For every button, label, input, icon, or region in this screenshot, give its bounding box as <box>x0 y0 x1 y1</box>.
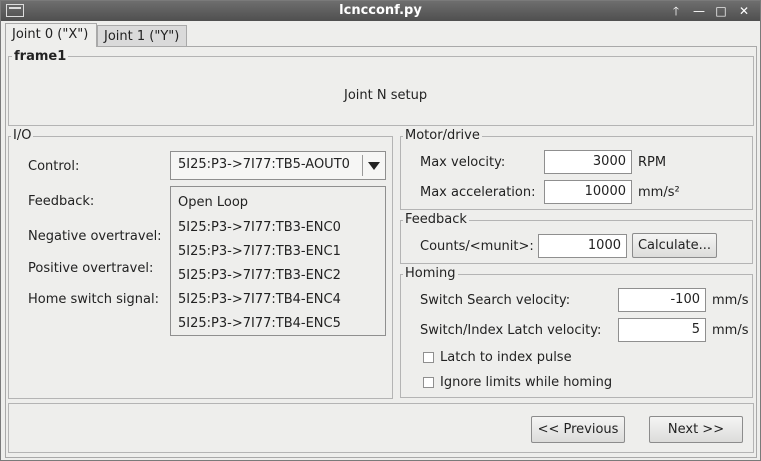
minimize-icon[interactable]: — <box>689 3 709 19</box>
max-velocity-label: Max velocity: <box>420 155 506 170</box>
motor-drive-label: Motor/drive <box>403 128 482 143</box>
negative-overtravel-label: Negative overtravel: <box>28 229 162 244</box>
control-combo[interactable]: 5I25:P3->7I77:TB5-AOUT0 <box>170 151 386 180</box>
homing-frame: Homing Switch Search velocity: -100 mm/s… <box>400 266 753 398</box>
motor-drive-frame: Motor/drive Max velocity: 3000 RPM Max a… <box>400 128 753 210</box>
window-title: lcncconf.py <box>339 3 422 18</box>
latch-velocity-label: Switch/Index Latch velocity: <box>420 323 602 338</box>
control-combo-value: 5I25:P3->7I77:TB5-AOUT0 <box>178 157 350 172</box>
frame1-label: frame1 <box>12 49 69 64</box>
joint-setup-text: Joint N setup <box>344 88 428 103</box>
dropdown-option[interactable]: 5I25:P3->7I77:TB4-ENC4 <box>178 292 341 307</box>
latch-index-checkbox[interactable] <box>423 352 434 363</box>
title-bar[interactable]: lcncconf.py 🡑 — □ ✕ <box>1 1 760 21</box>
ignore-limits-checkbox[interactable] <box>423 377 434 388</box>
max-velocity-input[interactable]: 3000 <box>544 150 632 174</box>
app-window: lcncconf.py 🡑 — □ ✕ Joint 0 ("X") Joint … <box>0 0 761 461</box>
close-icon[interactable]: ✕ <box>734 3 754 19</box>
combo-separator <box>362 155 363 176</box>
tab-joint-0[interactable]: Joint 0 ("X") <box>5 23 97 47</box>
latch-index-label[interactable]: Latch to index pulse <box>440 350 572 365</box>
switch-search-velocity-unit: mm/s <box>712 293 749 308</box>
frame1: frame1 Joint N setup <box>8 49 754 126</box>
previous-button[interactable]: << Previous <box>531 416 625 443</box>
home-switch-label: Home switch signal: <box>28 292 159 307</box>
control-label: Control: <box>28 159 80 174</box>
switch-search-velocity-input[interactable]: -100 <box>618 288 706 312</box>
nav-bar <box>8 403 754 453</box>
dropdown-option[interactable]: 5I25:P3->7I77:TB3-ENC1 <box>178 244 341 259</box>
dropdown-option[interactable]: Open Loop <box>178 195 248 210</box>
latch-velocity-unit: mm/s <box>712 323 749 338</box>
max-acceleration-label: Max acceleration: <box>420 185 536 200</box>
maximize-icon[interactable]: □ <box>711 3 731 19</box>
latch-velocity-input[interactable]: 5 <box>618 318 706 342</box>
max-acceleration-input[interactable]: 10000 <box>544 180 632 204</box>
homing-frame-label: Homing <box>403 266 458 281</box>
next-button[interactable]: Next >> <box>649 416 743 443</box>
chevron-down-icon[interactable] <box>368 162 380 170</box>
dropdown-option[interactable]: 5I25:P3->7I77:TB3-ENC0 <box>178 220 341 235</box>
max-acceleration-unit: mm/s² <box>638 185 680 200</box>
shade-up-icon[interactable]: 🡑 <box>666 3 686 19</box>
counts-input[interactable]: 1000 <box>538 234 627 258</box>
counts-label: Counts/<munit>: <box>420 239 534 254</box>
dropdown-option[interactable]: 5I25:P3->7I77:TB3-ENC2 <box>178 268 341 283</box>
ignore-limits-label[interactable]: Ignore limits while homing <box>440 375 612 390</box>
feedback-frame-label: Feedback <box>403 212 469 227</box>
tab-joint-1[interactable]: Joint 1 ("Y") <box>97 25 187 47</box>
calculate-button[interactable]: Calculate... <box>632 233 717 258</box>
dropdown-option[interactable]: 5I25:P3->7I77:TB4-ENC5 <box>178 316 341 331</box>
switch-search-velocity-label: Switch Search velocity: <box>420 293 571 308</box>
feedback-dropdown-list[interactable]: Open Loop 5I25:P3->7I77:TB3-ENC0 5I25:P3… <box>170 186 386 336</box>
feedback-label: Feedback: <box>28 194 95 209</box>
max-velocity-unit: RPM <box>638 155 667 170</box>
positive-overtravel-label: Positive overtravel: <box>28 261 154 276</box>
io-frame-label: I/O <box>11 128 34 143</box>
feedback-frame: Feedback Counts/<munit>: 1000 Calculate.… <box>400 212 753 264</box>
